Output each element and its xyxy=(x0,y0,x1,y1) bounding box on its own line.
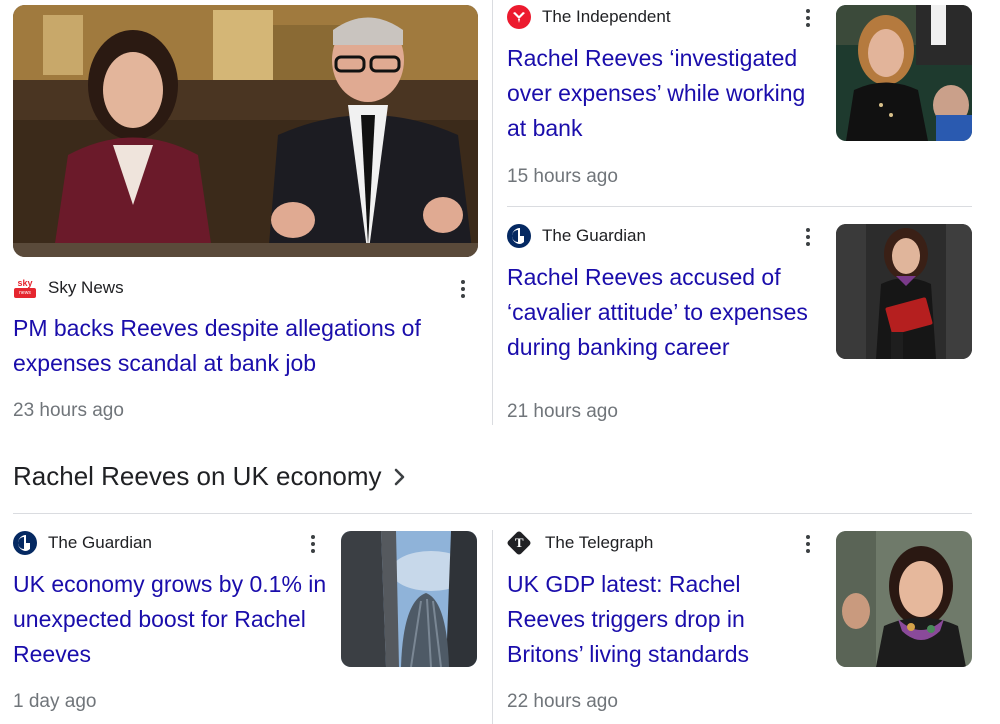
section-divider xyxy=(13,513,972,514)
card-headline[interactable]: UK economy grows by 0.1% in unexpected b… xyxy=(13,567,328,672)
telegraph-t-icon: T xyxy=(506,530,532,556)
source-row: The Guardian xyxy=(13,531,152,555)
guardian-g-icon xyxy=(13,531,37,555)
source-row: sky news Sky News xyxy=(13,276,124,300)
card-image-pm-reeves[interactable] xyxy=(13,5,478,257)
source-row: The Independent xyxy=(507,5,671,29)
independent-eagle-icon xyxy=(507,5,531,29)
card-headline[interactable]: UK GDP latest: Rachel Reeves triggers dr… xyxy=(507,567,822,672)
source-name: The Telegraph xyxy=(545,533,654,552)
source-row: The Guardian xyxy=(507,224,646,248)
section-heading-link[interactable]: Rachel Reeves on UK economy xyxy=(13,461,406,492)
card-time: 23 hours ago xyxy=(13,400,124,421)
source-name: Sky News xyxy=(48,278,124,297)
more-options-icon[interactable] xyxy=(453,276,473,302)
news-card-telegraph[interactable]: T The Telegraph UK GDP latest: Rachel Re… xyxy=(506,530,972,724)
chevron-right-icon xyxy=(394,468,404,485)
card-time: 21 hours ago xyxy=(507,401,618,422)
column-divider-bottom xyxy=(492,530,493,724)
news-card-guardian-economy[interactable]: The Guardian UK economy grows by 0.1% in… xyxy=(13,530,478,724)
card-headline[interactable]: Rachel Reeves ‘investigated over expense… xyxy=(507,41,822,146)
more-options-icon[interactable] xyxy=(303,531,323,557)
card-headline[interactable]: Rachel Reeves accused of ‘cavalier attit… xyxy=(507,260,827,365)
card-thumbnail-parliament[interactable] xyxy=(836,5,972,141)
card-thumbnail-red-box[interactable] xyxy=(836,224,972,359)
news-card-guardian-expenses[interactable]: The Guardian Rachel Reeves accused of ‘c… xyxy=(507,207,972,425)
card-time: 15 hours ago xyxy=(507,166,618,187)
source-name: The Guardian xyxy=(542,226,646,245)
news-card-sky[interactable]: sky news Sky News PM backs Reeves despit… xyxy=(13,5,478,425)
column-divider-top xyxy=(492,0,493,425)
source-row: T The Telegraph xyxy=(506,530,654,556)
section-title: Rachel Reeves on UK economy xyxy=(13,461,382,491)
source-name: The Guardian xyxy=(48,533,152,552)
sky-badge-text: sky xyxy=(14,278,36,288)
guardian-g-icon xyxy=(507,224,531,248)
card-thumbnail-reeves-portrait[interactable] xyxy=(836,531,972,667)
card-headline[interactable]: PM backs Reeves despite allegations of e… xyxy=(13,311,453,381)
more-options-icon[interactable] xyxy=(798,224,818,250)
news-card-independent[interactable]: The Independent Rachel Reeves ‘investiga… xyxy=(507,0,972,200)
sky-badge-subtext: news xyxy=(14,288,36,298)
card-time: 1 day ago xyxy=(13,691,97,712)
card-time: 22 hours ago xyxy=(507,691,618,712)
sky-news-logo-icon: sky news xyxy=(13,276,37,300)
more-options-icon[interactable] xyxy=(798,531,818,557)
card-thumbnail-city-buildings[interactable] xyxy=(341,531,477,667)
source-name: The Independent xyxy=(542,7,671,26)
more-options-icon[interactable] xyxy=(798,5,818,31)
